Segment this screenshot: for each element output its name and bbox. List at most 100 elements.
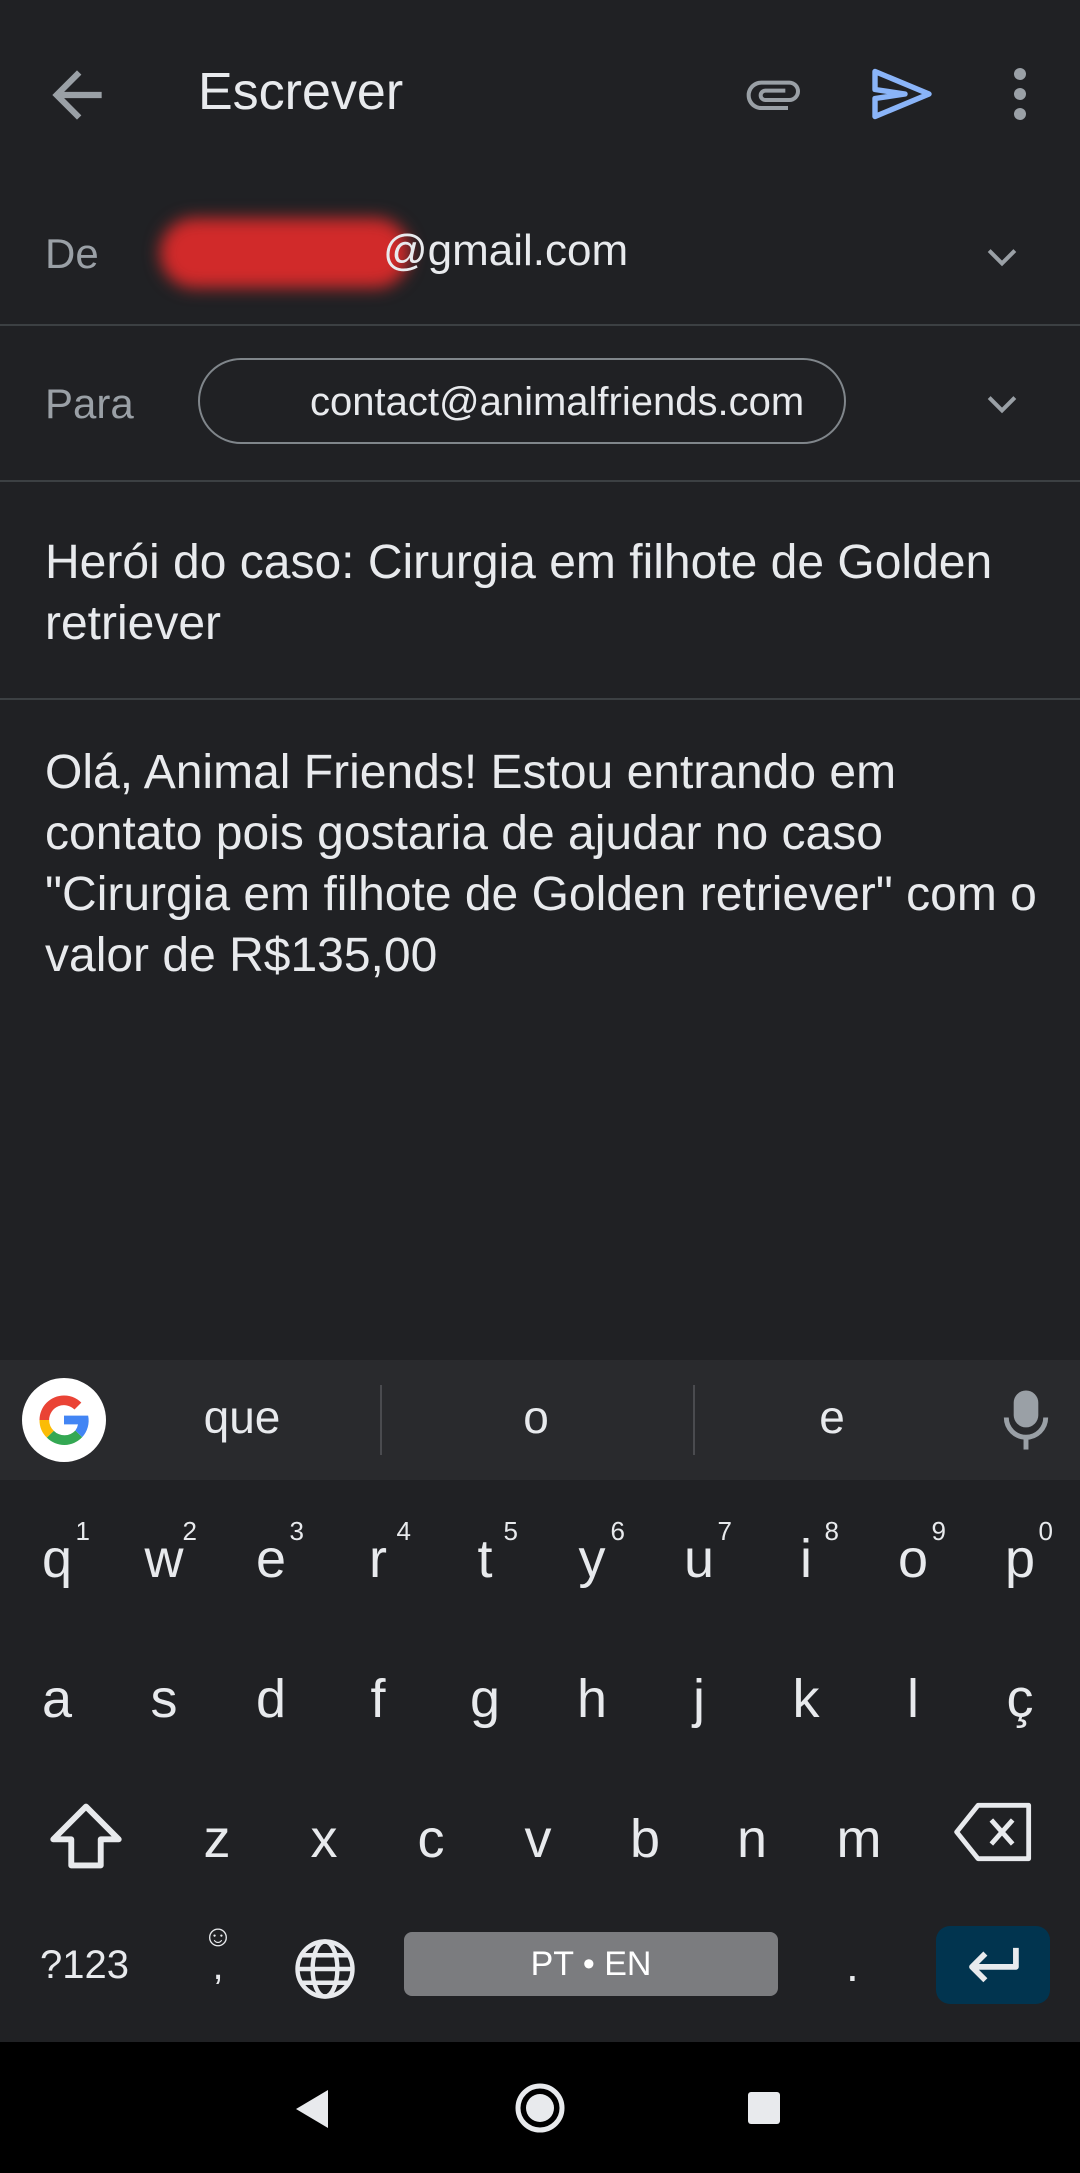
letter-key[interactable]: m [806,1774,912,1894]
key-label: b [629,1809,661,1869]
from-email: @gmail.com [383,226,629,275]
enter-arrow-icon [969,1947,1019,1983]
key-number-hint: 1 [75,1516,90,1546]
key-label: h [576,1669,608,1729]
letter-key[interactable]: z [164,1774,270,1894]
subject-field[interactable]: Herói do caso: Cirurgia em filhote de Go… [45,532,1025,654]
key-number-hint: 0 [1038,1516,1053,1546]
letter-key[interactable]: v [485,1774,591,1894]
key-label: j [693,1669,705,1729]
key-label: x [310,1809,338,1869]
letter-key[interactable]: j [646,1634,752,1754]
key-label: r [369,1529,387,1589]
key-number-hint: 7 [717,1516,732,1546]
period-key[interactable]: . [846,1938,859,1992]
letter-key[interactable]: p0 [967,1494,1073,1614]
key-label: e [255,1529,287,1589]
letter-key[interactable]: d [218,1634,324,1754]
emoji-comma-key[interactable]: ☺ , [196,1920,240,1989]
to-label: Para [45,380,134,427]
chevron-down-icon[interactable] [980,235,1024,279]
key-label: c [417,1809,445,1869]
recipient-chip[interactable]: contact@animalfriends.com [198,358,846,444]
key-label: p [1004,1529,1036,1589]
numbers-key[interactable]: ?123 [40,1943,129,1988]
space-key[interactable]: PT • EN [404,1932,778,1996]
letter-key[interactable]: s [111,1634,217,1754]
letter-key[interactable]: o9 [860,1494,966,1614]
key-label: a [41,1669,73,1729]
more-vert-icon[interactable] [1000,64,1040,124]
letter-key[interactable]: u7 [646,1494,752,1614]
key-label: m [836,1809,882,1869]
key-label: ç [1006,1669,1034,1729]
letter-key[interactable]: a [4,1634,110,1754]
app-bar: Escrever [0,0,1080,190]
key-label: n [736,1809,768,1869]
key-number-hint: 2 [182,1516,197,1546]
suggestion-3[interactable]: e [732,1390,932,1444]
key-label: k [792,1669,820,1729]
letter-key[interactable]: g [432,1634,538,1754]
key-label: w [144,1529,184,1589]
suggestion-divider [380,1385,382,1455]
key-label: y [578,1529,606,1589]
key-number-hint: 9 [931,1516,946,1546]
letter-key[interactable]: f [325,1634,431,1754]
shift-icon[interactable] [44,1800,128,1872]
key-label: d [255,1669,287,1729]
letter-key[interactable]: i8 [753,1494,859,1614]
key-number-hint: 4 [396,1516,411,1546]
chevron-down-icon[interactable] [980,382,1024,426]
suggestion-divider [693,1385,695,1455]
nav-back-icon[interactable] [294,2088,330,2130]
letter-key[interactable]: w2 [111,1494,217,1614]
key-label: g [469,1669,501,1729]
letter-key[interactable]: x [271,1774,377,1894]
backspace-icon[interactable] [954,1800,1034,1864]
suggestion-1[interactable]: que [142,1390,342,1444]
from-label: De [45,230,99,277]
letter-key[interactable]: h [539,1634,645,1754]
recipient-email: contact@animalfriends.com [310,380,805,424]
suggestion-2[interactable]: o [436,1390,636,1444]
key-label: q [41,1529,73,1589]
paperclip-icon[interactable] [736,62,808,126]
key-label: z [203,1809,231,1869]
key-label: s [150,1669,178,1729]
message-body[interactable]: Olá, Animal Friends! Estou entrando em c… [45,742,1045,986]
nav-recents-icon[interactable] [748,2092,780,2124]
subject-row[interactable]: Herói do caso: Cirurgia em filhote de Go… [0,482,1080,700]
google-logo-icon[interactable] [22,1378,106,1462]
globe-icon[interactable] [292,1936,358,2002]
from-row[interactable]: De @gmail.com [0,190,1080,326]
key-label: t [477,1529,493,1589]
letter-key[interactable]: r4 [325,1494,431,1614]
nav-home-icon[interactable] [514,2082,566,2134]
letter-key[interactable]: q1 [4,1494,110,1614]
letter-key[interactable]: n [699,1774,805,1894]
letter-key[interactable]: e3 [218,1494,324,1614]
key-number-hint: 5 [503,1516,518,1546]
letter-key[interactable]: ç [967,1634,1073,1754]
key-number-hint: 8 [824,1516,839,1546]
key-number-hint: 6 [610,1516,625,1546]
suggestion-bar: que o e [0,1360,1080,1480]
key-number-hint: 3 [289,1516,304,1546]
letter-key[interactable]: y6 [539,1494,645,1614]
back-arrow-icon[interactable] [40,58,114,132]
key-label: f [370,1669,386,1729]
enter-key[interactable] [936,1926,1050,2004]
key-label: i [800,1529,812,1589]
to-row[interactable]: Para contact@animalfriends.com [0,326,1080,482]
letter-key[interactable]: l [860,1634,966,1754]
letter-key[interactable]: t5 [432,1494,538,1614]
send-icon[interactable] [866,58,938,130]
letter-key[interactable]: k [753,1634,859,1754]
page-title: Escrever [198,63,404,121]
key-label: l [907,1669,919,1729]
letter-key[interactable]: b [592,1774,698,1894]
microphone-icon[interactable] [1000,1388,1052,1452]
letter-key[interactable]: c [378,1774,484,1894]
system-navigation-bar [0,2042,1080,2173]
